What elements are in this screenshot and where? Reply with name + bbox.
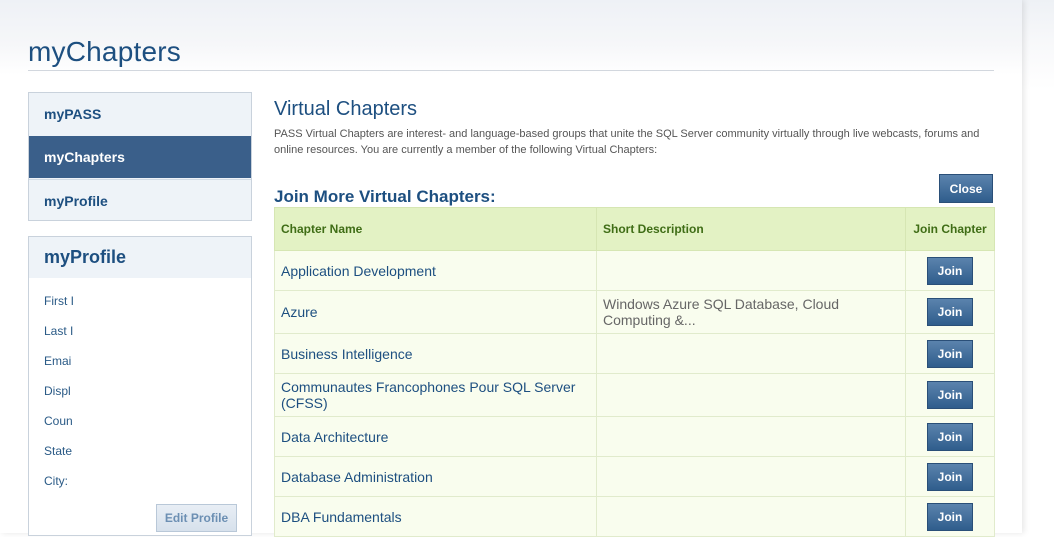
sidebar-item-mychapters[interactable]: myChapters: [29, 136, 251, 178]
profile-panel: myProfile First I Last I Emai Displ Coun…: [28, 236, 252, 536]
profile-field-city: City:: [44, 474, 68, 488]
join-button[interactable]: Join: [927, 256, 973, 285]
chapter-description: Windows Azure SQL Database, Cloud Comput…: [596, 290, 906, 334]
chapter-name: Azure: [274, 290, 597, 334]
join-button[interactable]: Join: [927, 462, 973, 491]
column-header-chapter-name: Chapter Name: [274, 207, 597, 251]
profile-field-first-name: First I: [44, 294, 74, 308]
title-divider: [28, 70, 994, 71]
chapter-name: Communautes Francophones Pour SQL Server…: [274, 373, 597, 417]
table-row: Azure Windows Azure SQL Database, Cloud …: [274, 290, 995, 334]
section-title: Virtual Chapters: [274, 98, 418, 120]
join-button[interactable]: Join: [927, 422, 973, 451]
content-panel: myChapters myPASS myChapters myProfile m…: [0, 0, 1022, 537]
sidebar-item-mypass[interactable]: myPASS: [29, 93, 251, 135]
chapter-description: [596, 496, 906, 537]
chapter-description: [596, 416, 906, 457]
table-header-row: Chapter Name Short Description Join Chap…: [274, 207, 995, 251]
sidebar-item-label: myChapters: [44, 149, 125, 165]
table-row: Database Administration Join: [274, 456, 995, 497]
table-row: Data Architecture Join: [274, 416, 995, 457]
profile-title: myProfile: [44, 247, 127, 267]
join-button[interactable]: Join: [927, 502, 973, 531]
sidebar-nav: myPASS myChapters myProfile: [28, 92, 252, 221]
table-row: Application Development Join: [274, 250, 995, 291]
sidebar-item-myprofile[interactable]: myProfile: [29, 179, 251, 221]
chapter-name: Business Intelligence: [274, 333, 597, 374]
join-button[interactable]: Join: [927, 298, 973, 326]
profile-field-country: Coun: [44, 414, 73, 428]
profile-field-state: State: [44, 444, 73, 458]
table-row: Business Intelligence Join: [274, 333, 995, 374]
join-button[interactable]: Join: [927, 339, 973, 368]
table-row: DBA Fundamentals Join: [274, 496, 995, 537]
column-header-join-chapter: Join Chapter: [905, 207, 995, 251]
profile-field-last-name: Last I: [44, 324, 74, 338]
column-header-short-description: Short Description: [596, 207, 906, 251]
chapter-name: Database Administration: [274, 456, 597, 497]
profile-field-email: Emai: [44, 354, 72, 368]
chapter-description: [596, 250, 906, 291]
close-button[interactable]: Close: [939, 174, 993, 203]
edit-profile-button[interactable]: Edit Profile: [156, 504, 237, 532]
chapter-description: [596, 456, 906, 497]
profile-header: myProfile: [29, 237, 251, 278]
sidebar-item-label: myProfile: [44, 192, 108, 209]
profile-field-display-name: Displ: [44, 384, 71, 398]
join-heading: Join More Virtual Chapters:: [274, 187, 496, 206]
chapter-name: DBA Fundamentals: [274, 496, 597, 537]
chapter-description: [596, 373, 906, 417]
chapters-table: Chapter Name Short Description Join Chap…: [274, 207, 995, 537]
chapter-name: Data Architecture: [274, 416, 597, 457]
chapter-description: [596, 333, 906, 374]
page-title: myChapters: [28, 36, 181, 67]
section-description: PASS Virtual Chapters are interest- and …: [274, 128, 980, 156]
chapter-name: Application Development: [274, 250, 597, 291]
table-row: Communautes Francophones Pour SQL Server…: [274, 373, 995, 417]
sidebar-item-label: myPASS: [44, 106, 102, 122]
join-button[interactable]: Join: [927, 381, 973, 409]
